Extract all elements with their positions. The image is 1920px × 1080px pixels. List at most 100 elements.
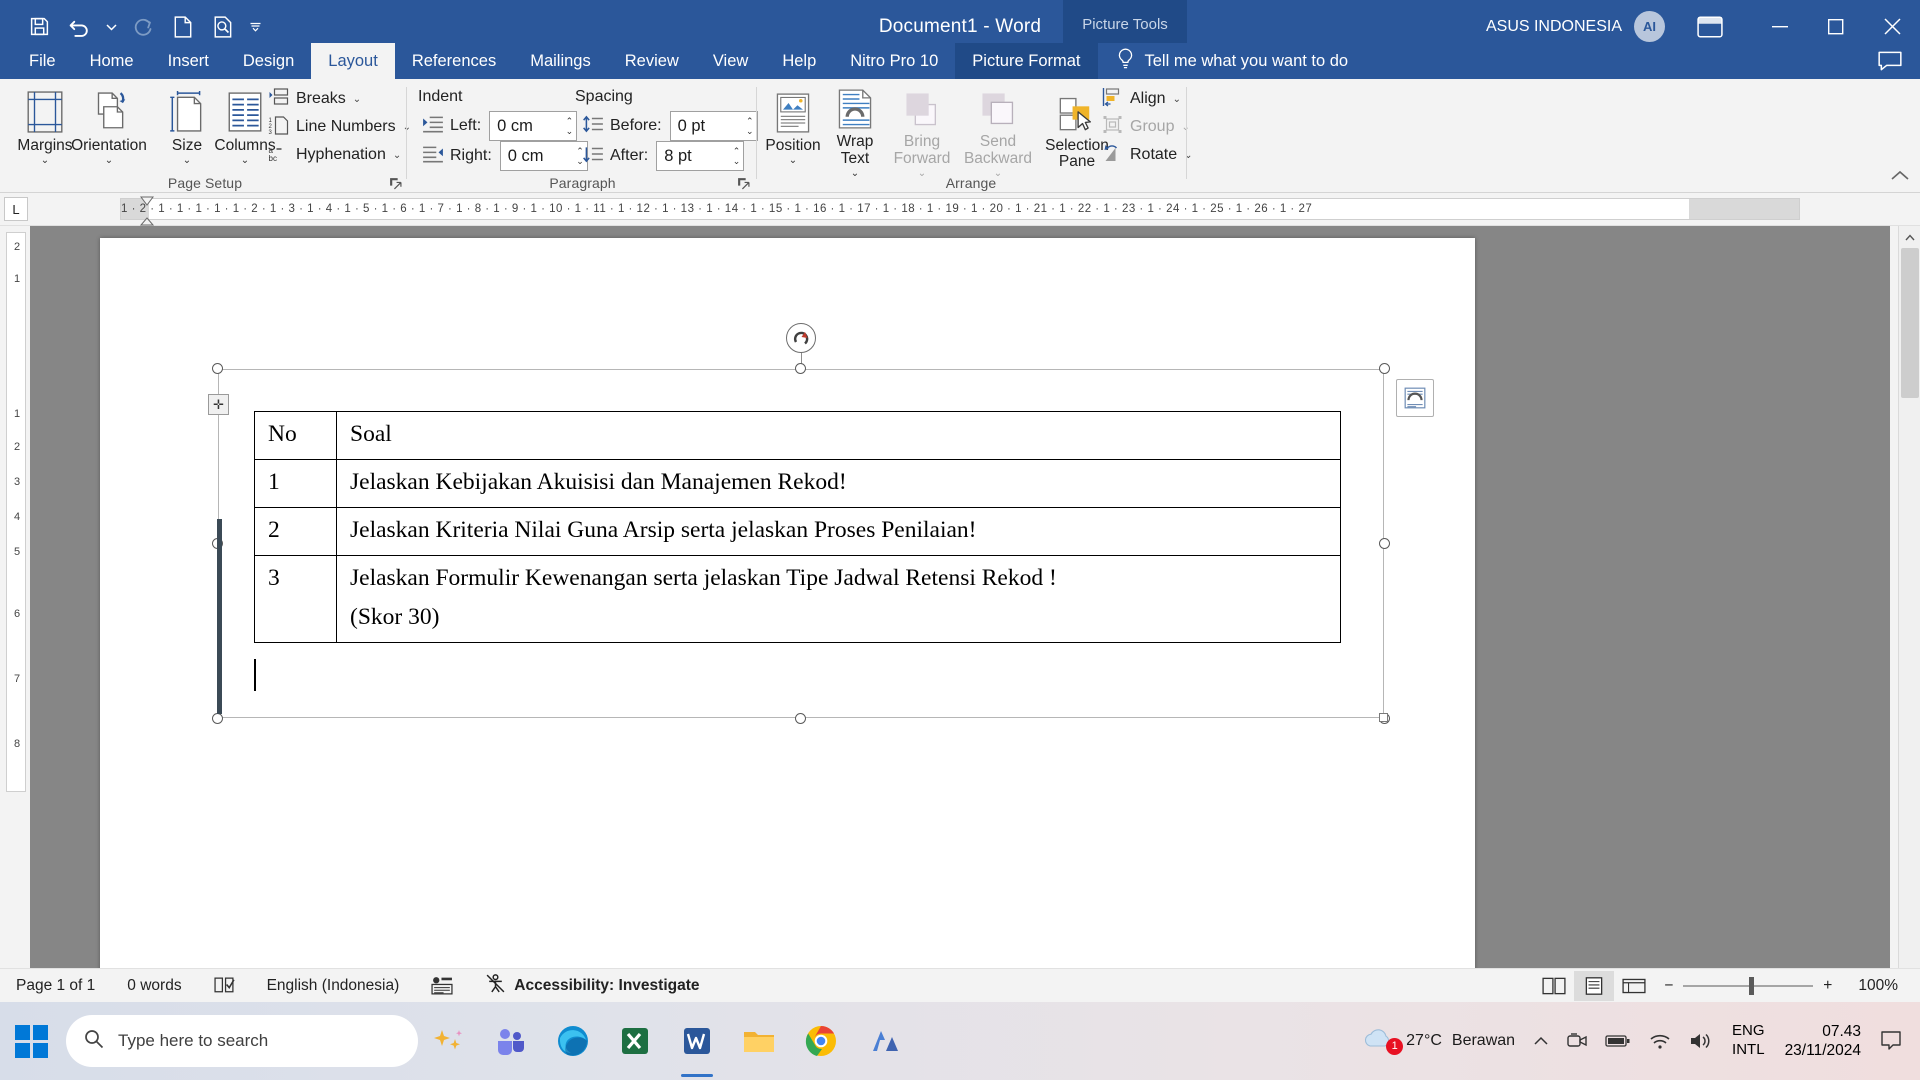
spinner-arrows[interactable]: ⌃ ⌄ [733, 142, 741, 170]
tab-mailings[interactable]: Mailings [513, 43, 608, 79]
collapse-ribbon-button[interactable] [1890, 169, 1910, 188]
document-page[interactable]: ✛ No Soal 1 Jelaskan Kebijakan Akuisisi … [100, 238, 1475, 1002]
new-document-icon[interactable] [164, 8, 202, 46]
taskbar-copilot-icon[interactable] [418, 1002, 480, 1080]
table-row[interactable]: 1 Jelaskan Kebijakan Akuisisi dan Manaje… [254, 459, 1341, 509]
undo-dropdown-icon[interactable] [100, 8, 122, 46]
undo-icon[interactable] [60, 8, 98, 46]
customize-qat-icon[interactable] [244, 8, 266, 46]
word-count[interactable]: 0 words [111, 969, 197, 1003]
tab-layout[interactable]: Layout [311, 43, 395, 79]
taskbar-excel-icon[interactable] [604, 1002, 666, 1080]
start-button[interactable] [0, 1002, 62, 1080]
taskbar-word-icon[interactable] [666, 1002, 728, 1080]
first-line-indent-marker[interactable] [140, 193, 154, 206]
tab-picture-format[interactable]: Picture Format [955, 43, 1098, 79]
tab-stop-selector[interactable]: L [4, 197, 28, 221]
zoom-in-button[interactable]: + [1813, 969, 1842, 1003]
tab-view[interactable]: View [696, 43, 765, 79]
tab-home[interactable]: Home [73, 43, 151, 79]
indent-right-spinbox[interactable]: 0 cm ⌃ ⌄ [499, 141, 588, 171]
document-canvas[interactable]: ✛ No Soal 1 Jelaskan Kebijakan Akuisisi … [30, 226, 1890, 1002]
indent-left-spinbox[interactable]: 0 cm ⌃ ⌄ [489, 111, 578, 141]
tab-file[interactable]: File [12, 43, 73, 79]
zoom-slider[interactable] [1683, 969, 1814, 1003]
avatar[interactable]: AI [1634, 11, 1665, 42]
resize-handle-middle-right[interactable] [1379, 537, 1390, 549]
wifi-icon[interactable] [1640, 1032, 1680, 1050]
keyboard-layout-indicator[interactable]: ENG INTL [1722, 1022, 1775, 1060]
spelling-check-icon[interactable] [198, 969, 251, 1003]
tell-me-box[interactable]: Tell me what you want to do [1098, 43, 1363, 79]
paragraph-dialog-launcher[interactable] [734, 174, 752, 192]
rotate-handle[interactable] [786, 323, 816, 353]
accessibility-status[interactable]: Accessibility: Investigate [469, 969, 715, 1003]
position-button[interactable]: Position ⌄ [760, 83, 826, 179]
orientation-button[interactable]: Orientation ⌄ [70, 83, 148, 179]
line-numbers-button[interactable]: 123 Line Numbers ⌄ [262, 113, 417, 141]
taskbar-file-explorer-icon[interactable] [728, 1002, 790, 1080]
battery-icon[interactable] [1596, 1034, 1640, 1048]
notification-center-icon[interactable] [1871, 1030, 1920, 1052]
spinner-arrows[interactable]: ⌃ ⌄ [566, 112, 574, 140]
macro-recording-icon[interactable] [415, 969, 469, 1003]
hyphenation-button[interactable]: a bc Hyphenation ⌄ [262, 141, 407, 169]
read-mode-view-button[interactable] [1534, 971, 1574, 1001]
taskbar-chrome-icon[interactable] [790, 1002, 852, 1080]
horizontal-ruler[interactable]: 1 · 2 · 1 · 1 · 1 · 1 · 1 · 2 · 1 · 3 · … [120, 198, 1800, 220]
volume-icon[interactable] [1680, 1032, 1722, 1050]
zoom-thumb[interactable] [1749, 976, 1755, 995]
show-hidden-icons-chevron[interactable] [1524, 1035, 1558, 1047]
comment-icon[interactable] [1860, 43, 1920, 79]
tab-nitro-pro-10[interactable]: Nitro Pro 10 [833, 43, 955, 79]
camera-icon[interactable] [1558, 1032, 1596, 1050]
breaks-button[interactable]: Breaks ⌄ [262, 85, 367, 113]
scroll-up-arrow[interactable] [1899, 226, 1920, 248]
search-input[interactable]: Type here to search [66, 1015, 418, 1067]
table-row[interactable]: 3 Jelaskan Formulir Kewenangan serta jel… [254, 555, 1341, 644]
taskbar-edge-icon[interactable] [542, 1002, 604, 1080]
page-setup-dialog-launcher[interactable] [386, 174, 404, 192]
resize-handle-top-center[interactable] [795, 363, 806, 374]
zoom-out-button[interactable]: − [1654, 969, 1683, 1003]
zoom-level[interactable]: 100% [1842, 969, 1920, 1003]
hanging-indent-marker[interactable] [139, 215, 155, 226]
tab-references[interactable]: References [395, 43, 513, 79]
web-layout-view-button[interactable] [1614, 971, 1654, 1001]
scrollbar-thumb[interactable] [1901, 248, 1919, 398]
spinner-arrows[interactable]: ⌃ ⌄ [746, 112, 754, 140]
page-indicator[interactable]: Page 1 of 1 [0, 969, 111, 1003]
layout-options-button[interactable] [1396, 379, 1434, 417]
wrap-text-button[interactable]: Wrap Text ⌄ [824, 83, 886, 179]
tab-insert[interactable]: Insert [151, 43, 226, 79]
table-row[interactable]: 2 Jelaskan Kriteria Nilai Guna Arsip ser… [254, 507, 1341, 557]
print-preview-icon[interactable] [204, 8, 242, 46]
redo-icon[interactable] [124, 8, 162, 46]
taskbar-app-icon[interactable] [852, 1002, 914, 1080]
tab-review[interactable]: Review [608, 43, 696, 79]
table-move-handle[interactable]: ✛ [208, 394, 229, 415]
resize-handle-top-left[interactable] [212, 363, 223, 374]
resize-handle-bottom-center[interactable] [795, 713, 806, 724]
print-layout-view-button[interactable] [1574, 970, 1615, 1001]
save-icon[interactable] [20, 8, 58, 46]
vertical-scrollbar[interactable] [1898, 226, 1920, 1002]
tab-design[interactable]: Design [226, 43, 311, 79]
language-indicator[interactable]: English (Indonesia) [251, 969, 416, 1003]
picture-selection-frame[interactable]: ✛ No Soal 1 Jelaskan Kebijakan Akuisisi … [208, 323, 1434, 724]
weather-widget[interactable]: 1 27°C Berawan [1344, 1026, 1524, 1057]
spacing-before-spinbox[interactable]: 0 pt ⌃ ⌄ [669, 111, 758, 141]
vertical-ruler[interactable]: 2 1 1 2 3 4 5 6 7 8 [6, 232, 26, 792]
question-table[interactable]: No Soal 1 Jelaskan Kebijakan Akuisisi da… [254, 410, 1341, 644]
spacing-after-spinbox[interactable]: 8 pt ⌃ ⌄ [656, 141, 745, 171]
table-resize-handle[interactable] [1379, 713, 1388, 722]
indent-left-field-row: Left: 0 cm ⌃ ⌄ [422, 111, 578, 141]
tab-help[interactable]: Help [765, 43, 833, 79]
clock[interactable]: 07.43 23/11/2024 [1775, 1022, 1871, 1061]
align-button[interactable]: Align ⌄ [1096, 85, 1187, 113]
rotate-button[interactable]: Rotate ⌄ [1096, 141, 1199, 169]
bring-forward-label: Bring Forward [893, 133, 951, 167]
resize-handle-top-right[interactable] [1379, 363, 1390, 374]
resize-handle-bottom-left[interactable] [212, 713, 223, 724]
taskbar-teams-icon[interactable] [480, 1002, 542, 1080]
